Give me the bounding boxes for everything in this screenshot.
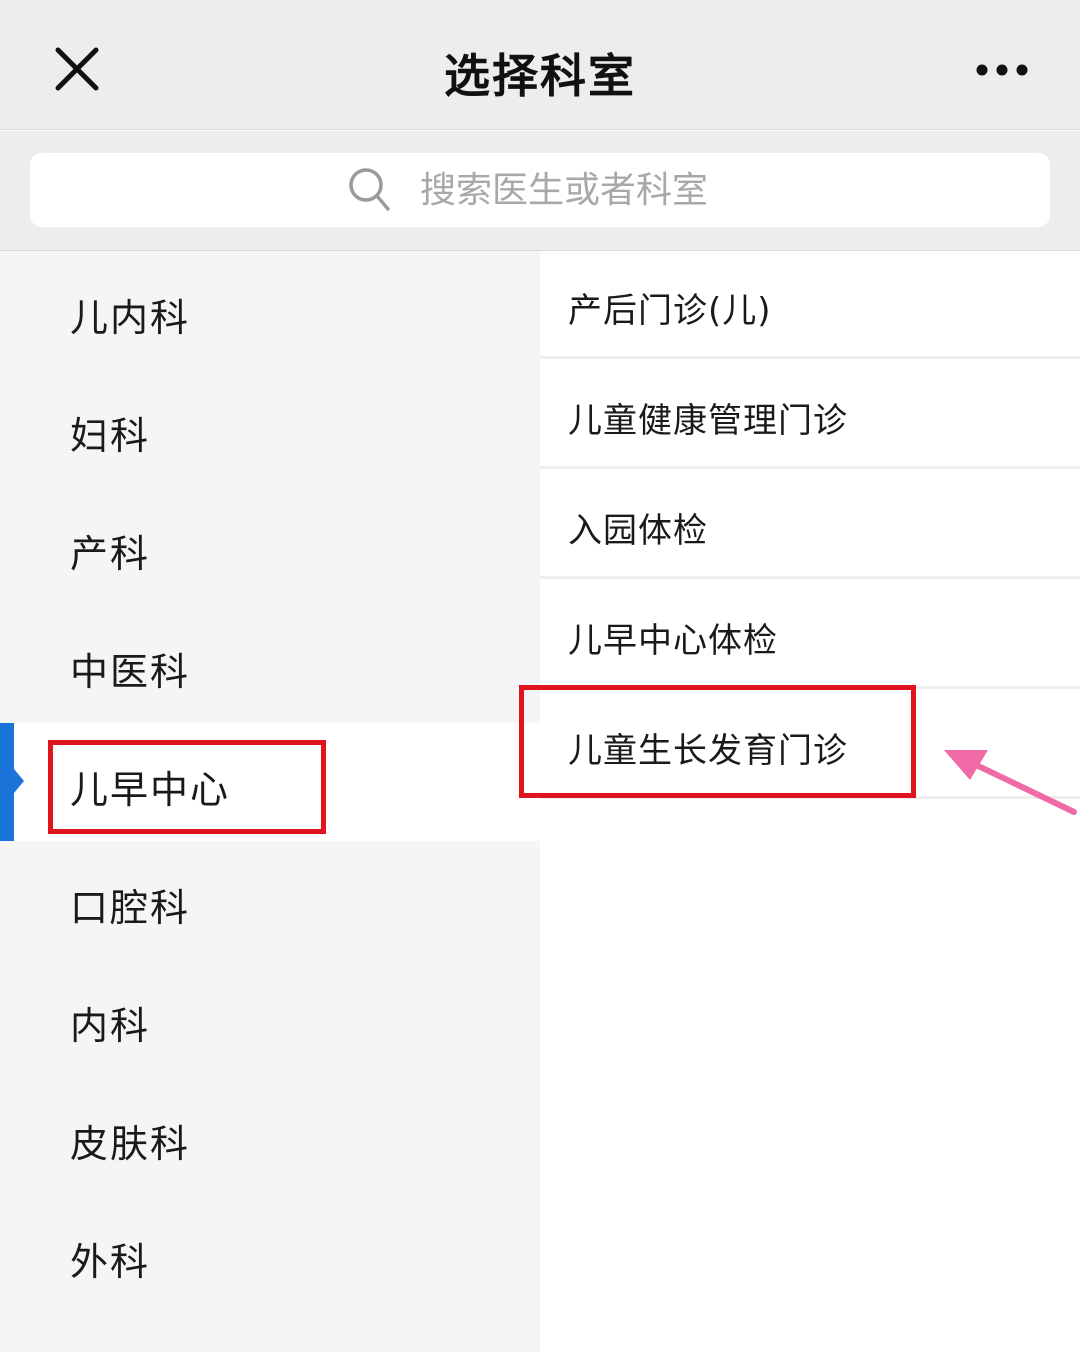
department-item[interactable]: 产科 <box>0 487 540 605</box>
page-title: 选择科室 <box>444 49 636 103</box>
department-item-selected[interactable]: 儿早中心 <box>0 723 540 841</box>
search-icon <box>349 168 390 211</box>
department-label: 口腔科 <box>70 886 191 930</box>
clinic-item[interactable]: 入园体检 <box>540 471 1080 579</box>
department-label: 外科 <box>70 1240 151 1284</box>
search-area <box>0 131 1080 251</box>
department-label: 产科 <box>70 532 151 576</box>
clinic-label: 儿童生长发育门诊 <box>568 731 848 771</box>
department-item[interactable]: 妇科 <box>0 369 540 487</box>
clinic-item[interactable]: 产后门诊(儿) <box>540 251 1080 359</box>
clinic-label: 儿童健康管理门诊 <box>568 401 848 441</box>
department-label: 儿早中心 <box>70 768 231 812</box>
more-button[interactable] <box>970 52 1034 88</box>
clinic-item[interactable]: 儿童健康管理门诊 <box>540 361 1080 469</box>
more-dots-icon <box>976 64 1028 76</box>
department-label: 内科 <box>70 1004 151 1048</box>
department-label: 儿内科 <box>70 296 191 340</box>
title-bar: 选择科室 <box>0 0 1080 130</box>
department-item[interactable]: 内科 <box>0 959 540 1077</box>
clinic-label: 入园体检 <box>568 511 708 551</box>
clinic-label: 儿早中心体检 <box>568 621 778 661</box>
search-box[interactable] <box>30 153 1050 227</box>
department-item[interactable]: 中医科 <box>0 605 540 723</box>
department-item[interactable]: 儿内科 <box>0 251 540 369</box>
selected-notch-icon <box>14 769 24 793</box>
department-label: 皮肤科 <box>70 1122 191 1166</box>
clinic-item[interactable]: 儿早中心体检 <box>540 581 1080 689</box>
clinic-label: 产后门诊(儿) <box>568 291 772 331</box>
department-label: 中医科 <box>70 650 191 694</box>
department-item[interactable]: 皮肤科 <box>0 1077 540 1195</box>
selected-indicator <box>0 723 14 841</box>
department-list: 儿内科 妇科 产科 中医科 儿早中心 口腔科 内科 皮肤科 外科 <box>0 251 540 1352</box>
department-item[interactable]: 外科 <box>0 1195 540 1313</box>
department-item[interactable]: 口腔科 <box>0 841 540 959</box>
search-input[interactable] <box>420 159 1020 221</box>
department-label: 妇科 <box>70 414 151 458</box>
pointer-arrow-icon <box>944 750 1077 815</box>
